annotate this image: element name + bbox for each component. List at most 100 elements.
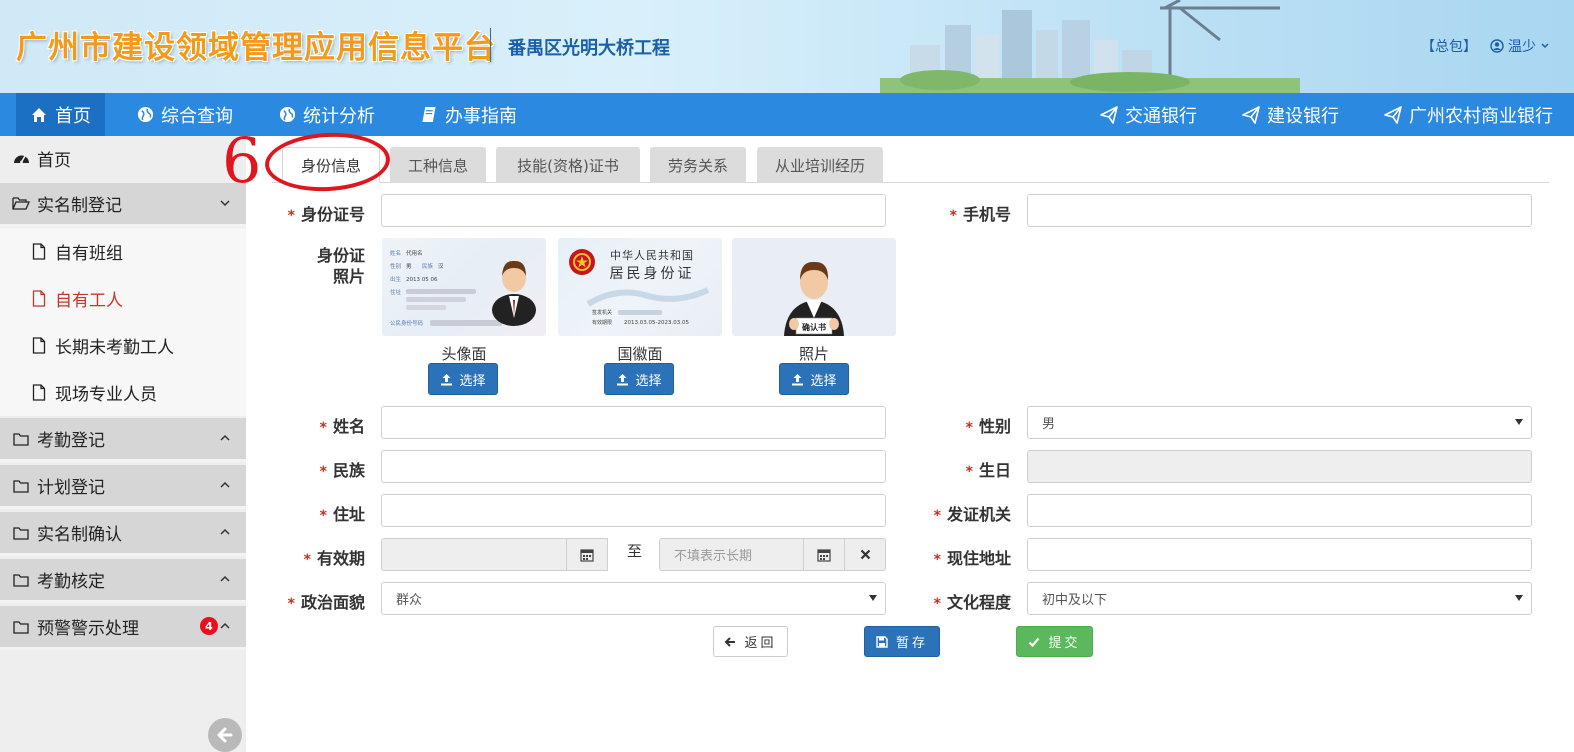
chevron-up-icon [220, 528, 230, 535]
required-mark: * [319, 464, 327, 480]
svg-text:汉: 汉 [438, 262, 444, 270]
gender-select[interactable]: 男 [1027, 406, 1532, 439]
sidebar-group-label: 预警警示处理 [37, 619, 139, 639]
book-icon [420, 106, 438, 124]
required-mark: * [319, 508, 327, 524]
nav-bank-ccb[interactable]: 建设银行 [1228, 93, 1353, 136]
validity-start-input[interactable] [381, 538, 567, 571]
chevron-up-icon [220, 434, 230, 441]
education-label: * 文化程度 [933, 593, 1011, 612]
upload-icon [617, 373, 629, 385]
dropdown-arrow-icon [869, 595, 877, 601]
sidebar-group-attendance-verify[interactable]: 考勤核定 [0, 559, 246, 603]
nav-guide-label: 办事指南 [445, 105, 517, 127]
sidebar-item-own-team[interactable]: 自有班组 [0, 228, 246, 275]
check-icon [1029, 637, 1040, 647]
sidebar-item-home[interactable]: 首页 [0, 136, 246, 180]
back-button[interactable]: 返回 [713, 626, 788, 657]
send-icon [1100, 105, 1118, 124]
sidebar-group-realname[interactable]: 实名制登记 [0, 183, 246, 227]
gender-label: * 性别 [965, 417, 1011, 436]
chevron-up-icon [220, 575, 230, 582]
svg-text:公民身份号码: 公民身份号码 [390, 319, 424, 327]
tab-labor-relation[interactable]: 劳务关系 [650, 147, 746, 183]
skyline-illustration [880, 0, 1300, 93]
upload-icon [792, 373, 804, 385]
nav-home[interactable]: 首页 [16, 93, 105, 136]
sidebar-group-plan[interactable]: 计划登记 [0, 465, 246, 509]
id-front-photo: 姓名 代用名 性别 男 民族 汉 出生 2013 05 06 住址 公民身份号码 [382, 238, 546, 336]
svg-text:有效期限: 有效期限 [592, 319, 612, 326]
folder-icon [12, 524, 30, 542]
id-number-input[interactable] [381, 194, 886, 227]
folder-icon [12, 571, 30, 589]
birthday-input [1027, 450, 1532, 483]
sidebar-item-site-professionals[interactable]: 现场专业人员 [0, 369, 246, 416]
svg-text:中华人民共和国: 中华人民共和国 [610, 248, 694, 262]
political-value: 群众 [396, 593, 423, 608]
sidebar-group-realname-confirm[interactable]: 实名制确认 [0, 512, 246, 556]
nav-stats[interactable]: 统计分析 [264, 93, 389, 136]
issuer-input[interactable] [1027, 494, 1532, 527]
tab-skill-certificate[interactable]: 技能(资格)证书 [496, 147, 640, 183]
id-card-back-image: 中华人民共和国 居民身份证 签发机关 有效期限 2013.03.05-2023.… [569, 248, 710, 326]
id-front-select-button[interactable]: 选择 [428, 363, 498, 395]
sidebar-group-warning[interactable]: 预警警示处理 4 [0, 606, 246, 650]
nav-bank-bocom[interactable]: 交通银行 [1086, 93, 1211, 136]
required-mark: * [287, 596, 295, 612]
id-back-caption: 国徽面 [617, 345, 663, 363]
current-address-input[interactable] [1027, 538, 1532, 571]
id-number-label: * 身份证号 [287, 205, 365, 224]
required-mark: * [933, 508, 941, 524]
name-input[interactable] [381, 406, 886, 439]
sidebar-item-label: 自有班组 [55, 244, 123, 264]
save-draft-button[interactable]: 暂存 [864, 626, 940, 657]
validity-end-input[interactable]: 不填表示长期 [659, 538, 804, 571]
validity-end-calendar-button[interactable] [803, 538, 845, 571]
warning-count-badge: 4 [200, 617, 218, 635]
file-icon [30, 243, 48, 261]
globe-icon [278, 106, 296, 124]
political-select[interactable]: 群众 [381, 582, 886, 615]
tab-training-history[interactable]: 从业培训经历 [757, 147, 883, 183]
id-back-select-button[interactable]: 选择 [604, 363, 674, 395]
chevron-down-icon [1541, 43, 1549, 49]
gender-value: 男 [1042, 417, 1056, 432]
folder-icon [12, 477, 30, 495]
calendar-icon [580, 548, 594, 562]
portrait-select-button[interactable]: 选择 [779, 363, 849, 395]
user-circle-icon [1490, 39, 1504, 53]
phone-label: * 手机号 [949, 205, 1011, 224]
address-input[interactable] [381, 494, 886, 527]
sidebar-item-own-workers[interactable]: 自有工人 [0, 275, 246, 322]
dropdown-arrow-icon [1515, 595, 1523, 601]
ethnic-input[interactable] [381, 450, 886, 483]
user-menu[interactable]: 温少 [1490, 36, 1550, 56]
svg-text:签发机关: 签发机关 [592, 309, 612, 316]
sidebar-item-label: 自有工人 [55, 291, 123, 311]
birthday-label: * 生日 [965, 461, 1011, 480]
home-icon [30, 106, 48, 124]
sidebar-group-label: 计划登记 [37, 478, 105, 498]
tab-job-type[interactable]: 工种信息 [390, 147, 486, 183]
nav-guide[interactable]: 办事指南 [406, 93, 531, 136]
submit-button[interactable]: 提交 [1016, 626, 1093, 657]
sidebar-item-label: 现场专业人员 [55, 385, 157, 405]
sidebar-item-long-absent[interactable]: 长期未考勤工人 [0, 322, 246, 369]
political-label: * 政治面貌 [287, 593, 365, 612]
education-select[interactable]: 初中及以下 [1027, 582, 1532, 615]
phone-input[interactable] [1027, 194, 1532, 227]
validity-end-placeholder: 不填表示长期 [674, 549, 753, 564]
sidebar-collapse-button[interactable] [208, 718, 242, 752]
sidebar-group-attendance[interactable]: 考勤登记 [0, 418, 246, 462]
validity-start-calendar-button[interactable] [566, 538, 608, 571]
nav-stats-label: 统计分析 [303, 105, 375, 127]
header-banner: 广州市建设领域管理应用信息平台 番禺区光明大桥工程 【总包】 温少 [0, 0, 1574, 93]
validity-clear-button[interactable] [844, 538, 886, 571]
dashboard-icon [12, 149, 30, 167]
nav-bank-bocom-label: 交通银行 [1125, 105, 1197, 127]
nav-bank-grcb-label: 广州农村商业银行 [1409, 105, 1553, 127]
svg-text:姓名: 姓名 [390, 249, 401, 257]
required-mark: * [287, 208, 295, 224]
nav-bank-grcb[interactable]: 广州农村商业银行 [1370, 93, 1567, 136]
